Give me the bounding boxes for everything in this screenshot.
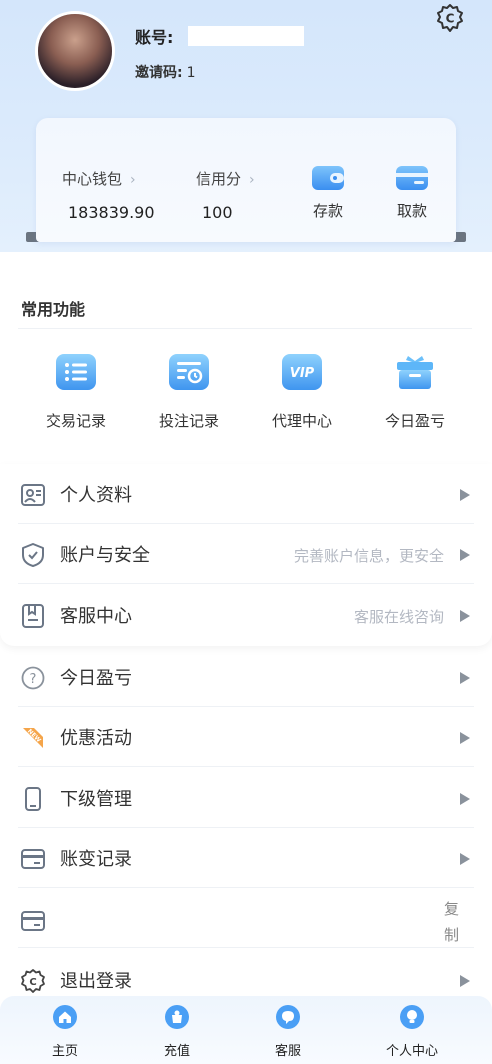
avatar[interactable] [35, 11, 115, 91]
nav-home[interactable]: 主页 [10, 1004, 120, 1059]
quick-item-label: 代理中心 [271, 412, 332, 430]
user-bulb-icon [400, 1005, 424, 1029]
settings-icon[interactable]: C [435, 3, 465, 33]
credit-score-value: 100 [202, 203, 233, 222]
menu-label: 个人资料 [60, 485, 132, 506]
svg-text:C: C [29, 977, 36, 988]
quick-item-bet-records[interactable]: 投注记录 [133, 352, 245, 431]
quick-item-label: 投注记录 [158, 412, 219, 430]
center-wallet-label: 中心钱包 [62, 170, 123, 188]
service-book-icon [22, 604, 44, 628]
menu-label: 优惠活动 [60, 728, 132, 749]
arrow-right-icon [460, 793, 470, 805]
deposit-label: 存款 [312, 202, 343, 220]
invite-label: 邀请码: [135, 65, 183, 81]
menu-row-service[interactable]: 客服中心 客服在线咨询 [18, 585, 474, 645]
bottom-nav: 主页 充值 客服 个人中心 [0, 996, 492, 1064]
account-label: 账号: [135, 28, 174, 47]
svg-text:VIP: VIP [290, 366, 315, 381]
wallet-icon [312, 166, 344, 190]
center-wallet[interactable]: 中心钱包 › 183839.90 [62, 168, 155, 222]
center-wallet-balance: 183839.90 [68, 203, 155, 222]
menu-row-card-copy[interactable] [18, 888, 474, 948]
arrow-right-icon [460, 732, 470, 744]
nav-label: 客服 [274, 1044, 301, 1059]
nav-profile[interactable]: 个人中心 [357, 1004, 467, 1059]
quick-item-transactions[interactable]: 交易记录 [20, 352, 132, 431]
quick-item-label: 今日盈亏 [384, 412, 445, 430]
account-value-masked [188, 26, 304, 46]
menu-label: 客服中心 [60, 606, 132, 627]
arrow-right-icon [460, 853, 470, 865]
menu-row-promotions[interactable]: NEW 优惠活动 [18, 707, 474, 767]
card-icon [396, 166, 428, 190]
invite-value: 1 [186, 65, 196, 81]
bet-record-icon [169, 354, 209, 390]
menu-hint: 完善账户信息，更安全 [293, 547, 444, 565]
phone-icon [25, 787, 41, 811]
nav-label: 主页 [51, 1044, 78, 1059]
arrow-right-icon [460, 975, 470, 987]
deposit-button[interactable]: 存款 [308, 162, 348, 221]
quick-item-label: 交易记录 [45, 412, 106, 430]
svg-text:C: C [446, 12, 455, 26]
menu-label: 今日盈亏 [60, 668, 132, 689]
menu-label: 退出登录 [60, 971, 132, 992]
chevron-right-icon: › [130, 172, 136, 188]
svg-text:?: ? [30, 672, 37, 687]
settings-icon: C [21, 969, 45, 993]
home-icon [53, 1005, 77, 1029]
credit-score-title: 信用分 › [196, 168, 255, 189]
arrow-right-icon [460, 610, 470, 622]
nav-recharge[interactable]: 充值 [122, 1004, 232, 1059]
quick-item-today-pl[interactable]: 今日盈亏 [359, 352, 471, 431]
gift-box-icon [397, 356, 433, 389]
copy-button[interactable]: 复制 [444, 896, 462, 948]
menu-row-profile[interactable]: 个人资料 [18, 464, 474, 524]
wallet-card: 中心钱包 › 183839.90 信用分 › 100 存款 取款 [36, 118, 456, 242]
arrow-right-icon [460, 672, 470, 684]
shield-icon [22, 543, 44, 567]
credit-score-label: 信用分 [196, 170, 242, 188]
menu-row-subordinates[interactable]: 下级管理 [18, 768, 474, 828]
menu-label: 下级管理 [60, 789, 132, 810]
arrow-right-icon [460, 549, 470, 561]
credit-score[interactable]: 信用分 › 100 [196, 168, 255, 222]
nav-service[interactable]: 客服 [233, 1004, 343, 1059]
withdraw-label: 取款 [396, 202, 427, 220]
vip-icon: VIP [282, 354, 322, 390]
profile-card-icon [21, 484, 45, 506]
menu-label: 账变记录 [60, 849, 132, 870]
chat-icon [276, 1005, 300, 1029]
card-outline-icon [21, 849, 45, 869]
question-circle-icon: ? [21, 666, 45, 690]
menu-label: 账户与安全 [60, 545, 150, 566]
invite-code: 邀请码: 1 [135, 62, 196, 82]
quick-item-agent-center[interactable]: VIP 代理中心 [246, 352, 358, 431]
section-title: 常用功能 [21, 300, 86, 319]
recharge-icon [165, 1005, 189, 1029]
menu-row-today-pl[interactable]: ? 今日盈亏 [18, 647, 474, 707]
arrow-right-icon [460, 489, 470, 501]
nav-label: 充值 [163, 1044, 190, 1059]
card-outline-icon [21, 911, 45, 931]
menu-hint: 客服在线咨询 [353, 608, 444, 626]
divider [18, 328, 472, 329]
center-wallet-title: 中心钱包 › [62, 168, 155, 189]
menu-row-security[interactable]: 账户与安全 完善账户信息，更安全 [18, 524, 474, 584]
list-icon [56, 354, 96, 390]
menu-row-balance-log[interactable]: 账变记录 [18, 828, 474, 888]
new-tag-icon: NEW [23, 728, 43, 748]
chevron-right-icon: › [249, 172, 255, 188]
nav-label: 个人中心 [385, 1044, 438, 1059]
withdraw-button[interactable]: 取款 [392, 162, 432, 221]
